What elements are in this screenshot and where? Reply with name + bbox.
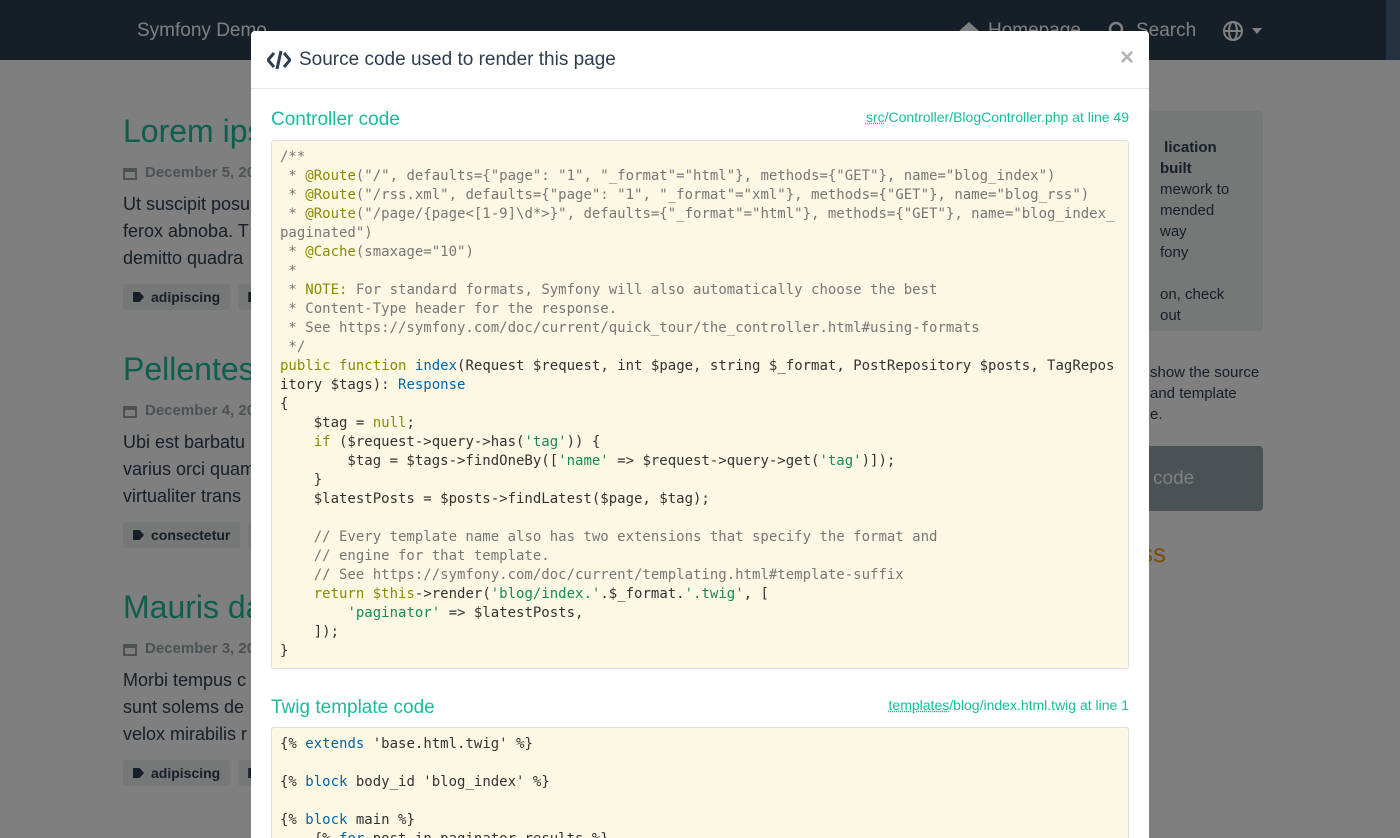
controller-section-header: Controller code src/Controller/BlogContr… bbox=[271, 109, 1129, 133]
file-path-rest: /Controller/BlogController.php at line 4… bbox=[884, 109, 1129, 125]
source-code-modal: Source code used to render this page × C… bbox=[251, 31, 1149, 838]
scrollbar-strip bbox=[1386, 0, 1400, 60]
template-file-path: templates/blog/index.html.twig at line 1 bbox=[889, 697, 1129, 713]
file-abbr[interactable]: src bbox=[866, 109, 885, 125]
twig-template-heading: Twig template code bbox=[271, 697, 435, 718]
file-path-rest: /blog/index.html.twig at line 1 bbox=[949, 697, 1129, 713]
code-icon bbox=[267, 50, 291, 70]
file-abbr[interactable]: templates bbox=[889, 697, 950, 713]
modal-title: Source code used to render this page bbox=[299, 49, 616, 70]
twig-code-block: {% extends 'base.html.twig' %} {% block … bbox=[271, 727, 1129, 838]
modal-header: Source code used to render this page × bbox=[251, 31, 1149, 89]
close-button[interactable]: × bbox=[1120, 44, 1134, 72]
template-section-header: Twig template code templates/blog/index.… bbox=[271, 697, 1129, 721]
controller-file-path: src/Controller/BlogController.php at lin… bbox=[866, 109, 1129, 125]
controller-code-block: /** * @Route("/", defaults={"page": "1",… bbox=[271, 140, 1129, 669]
controller-code-heading: Controller code bbox=[271, 109, 400, 130]
